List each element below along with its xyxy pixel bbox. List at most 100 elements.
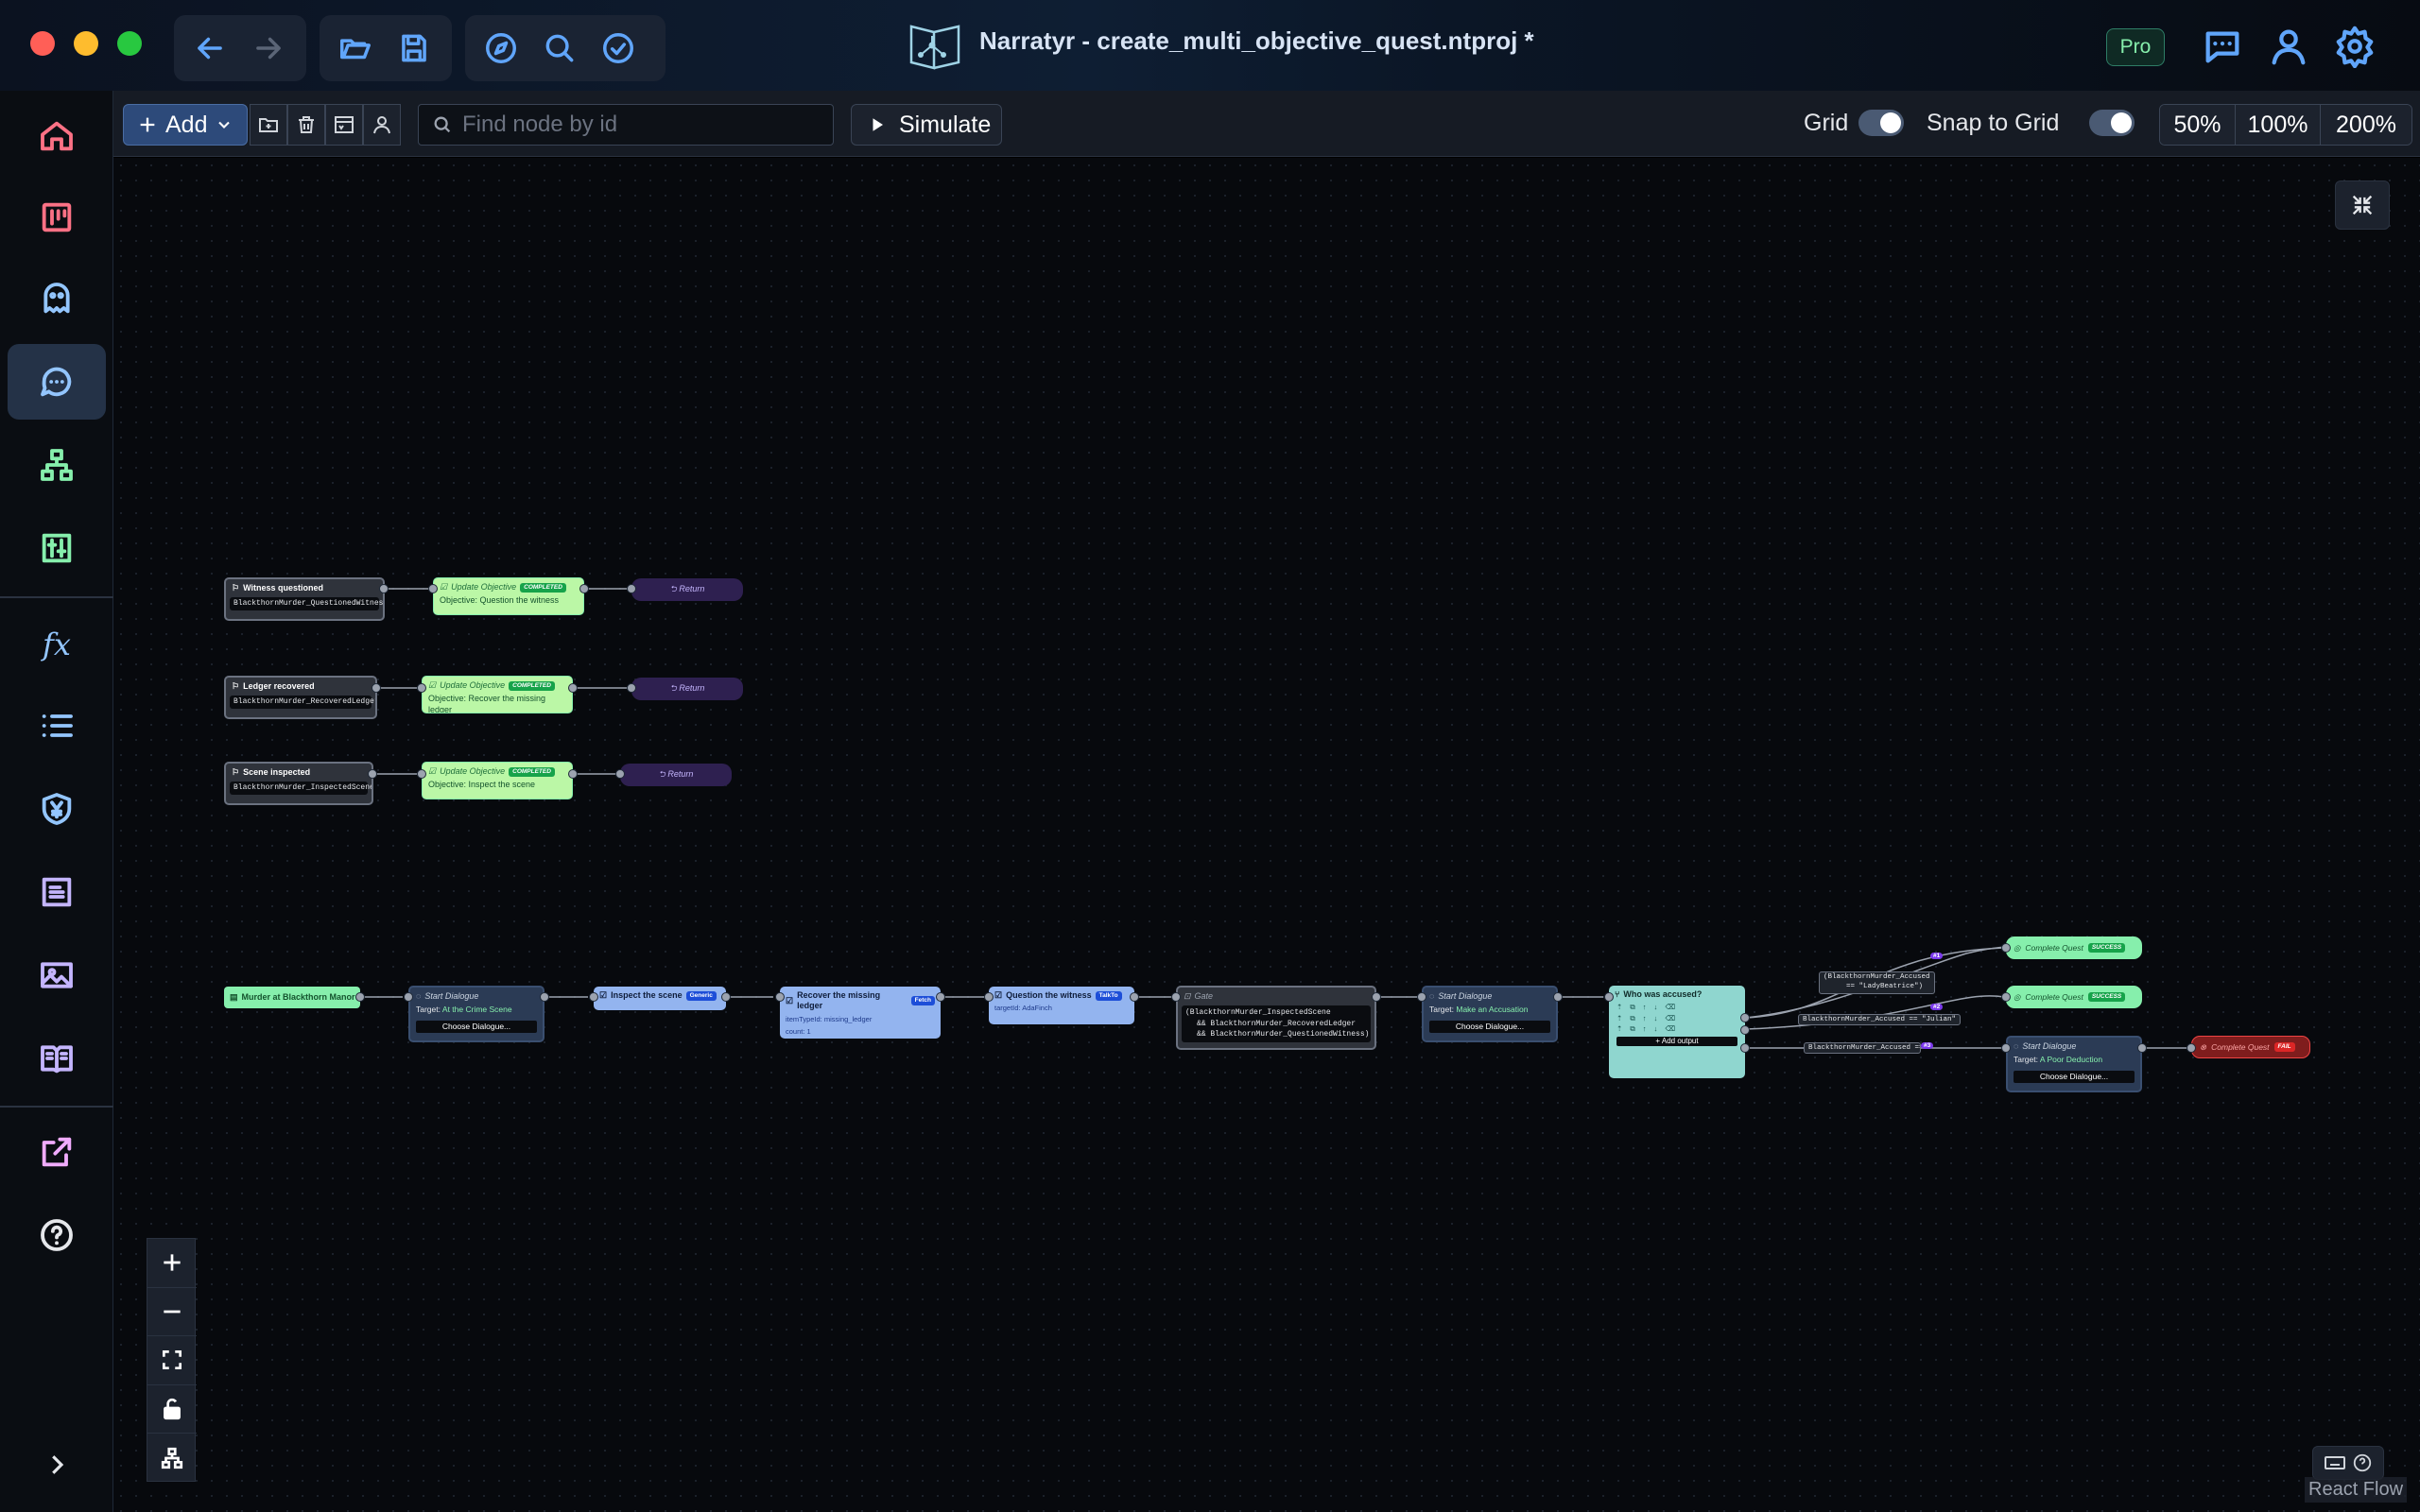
node-handle[interactable] bbox=[1417, 992, 1426, 1002]
objective-node[interactable]: ☑ Inspect the scene Generic bbox=[594, 987, 726, 1010]
node-handle[interactable] bbox=[428, 584, 438, 593]
add-node-button[interactable]: Add bbox=[123, 104, 248, 146]
zoom-in-button[interactable] bbox=[147, 1239, 197, 1288]
node-handle[interactable] bbox=[589, 992, 598, 1002]
node-handle[interactable] bbox=[355, 992, 365, 1002]
complete-quest-fail-node[interactable]: ⊗ Complete Quest FAIL bbox=[2191, 1036, 2310, 1058]
group-button[interactable] bbox=[250, 104, 287, 146]
node-handle[interactable] bbox=[2001, 943, 2011, 953]
update-objective-node[interactable]: ☑ Update Objective COMPLETED Objective: Re… bbox=[422, 676, 573, 713]
variables-panel-button[interactable] bbox=[325, 104, 363, 146]
objective-node[interactable]: ☑ Question the witness TalkTo targetId: Ad… bbox=[989, 987, 1134, 1024]
node-handle[interactable] bbox=[615, 769, 625, 779]
node-handle[interactable] bbox=[2137, 1043, 2147, 1053]
start-dialogue-node[interactable]: ◌ Start Dialogue Target: A Poor Deduction… bbox=[2006, 1036, 2142, 1092]
node-handle[interactable] bbox=[2001, 1043, 2011, 1053]
return-node[interactable]: ⮌ Return bbox=[620, 764, 732, 786]
choose-dialogue-button[interactable]: Choose Dialogue... bbox=[2014, 1070, 2135, 1083]
choose-dialogue-button[interactable]: Choose Dialogue... bbox=[416, 1020, 537, 1033]
gate-node[interactable]: ⊡ Gate (BlackthornMurder_InspectedScene &… bbox=[1176, 986, 1376, 1050]
feedback-button[interactable] bbox=[2201, 25, 2244, 68]
sidebar-item-characters[interactable] bbox=[8, 261, 106, 336]
node-handle[interactable] bbox=[775, 992, 785, 1002]
node-handle[interactable] bbox=[1130, 992, 1139, 1002]
sidebar-item-books[interactable] bbox=[8, 1021, 106, 1096]
fit-view-button[interactable] bbox=[147, 1336, 197, 1385]
flag-node[interactable]: ⚐ Ledger recovered BlackthornMurder_Recov… bbox=[224, 676, 377, 719]
node-handle[interactable] bbox=[984, 992, 994, 1002]
flag-node[interactable]: ⚐ Scene inspected BlackthornMurder_Inspec… bbox=[224, 762, 373, 805]
sidebar-item-dialogue[interactable] bbox=[8, 344, 106, 420]
start-dialogue-node[interactable]: ◌ Start Dialogue Target: At the Crime Sce… bbox=[408, 986, 544, 1042]
lock-button[interactable] bbox=[147, 1385, 197, 1435]
node-handle[interactable] bbox=[721, 992, 731, 1002]
flag-node[interactable]: ⚐ Witness questioned BlackthornMurder_Que… bbox=[224, 577, 385, 621]
navigate-button[interactable] bbox=[475, 22, 527, 75]
sidebar-item-variables[interactable] bbox=[8, 510, 106, 586]
node-handle[interactable] bbox=[540, 992, 549, 1002]
node-handle[interactable] bbox=[372, 683, 381, 693]
complete-quest-node[interactable]: ◎ Complete Quest SUCCESS bbox=[2006, 986, 2142, 1008]
start-dialogue-node[interactable]: ◌ Start Dialogue Target: Make an Accusati… bbox=[1422, 986, 1558, 1042]
sidebar-item-documents[interactable] bbox=[8, 854, 106, 930]
node-handle[interactable] bbox=[1372, 992, 1381, 1002]
update-objective-node[interactable]: ☑ Update Objective COMPLETED Objective: Qu… bbox=[433, 577, 584, 615]
expand-sidebar-button[interactable] bbox=[21, 1429, 93, 1501]
zoom-100-button[interactable]: 100% bbox=[2236, 105, 2321, 145]
condition-label[interactable]: (BlackthornMurder_Accused == "LadyBeatri… bbox=[1819, 971, 1935, 994]
maximize-window-button[interactable] bbox=[117, 31, 142, 56]
grid-toggle[interactable] bbox=[1858, 110, 1904, 136]
minimize-window-button[interactable] bbox=[74, 31, 98, 56]
node-handle[interactable] bbox=[627, 683, 636, 693]
sidebar-item-economy[interactable] bbox=[8, 771, 106, 847]
objective-node[interactable]: ☑ Recover the missing ledger Fetch itemTyp… bbox=[780, 987, 941, 1039]
snap-to-grid-toggle[interactable] bbox=[2089, 110, 2135, 136]
zoom-200-button[interactable]: 200% bbox=[2321, 105, 2411, 145]
node-handle[interactable] bbox=[417, 683, 426, 693]
sidebar-item-images[interactable] bbox=[8, 937, 106, 1013]
node-handle[interactable] bbox=[579, 584, 589, 593]
open-project-button[interactable] bbox=[329, 22, 382, 75]
simulate-button[interactable]: Simulate bbox=[851, 104, 1002, 146]
keyboard-shortcuts-button[interactable] bbox=[2312, 1446, 2384, 1480]
sidebar-item-lists[interactable] bbox=[8, 688, 106, 764]
actors-button[interactable] bbox=[363, 104, 401, 146]
return-node[interactable]: ⮌ Return bbox=[631, 678, 743, 700]
update-objective-node[interactable]: ☑ Update Objective COMPLETED Objective: In… bbox=[422, 762, 573, 799]
zoom-out-button[interactable] bbox=[147, 1288, 197, 1337]
sidebar-item-home[interactable] bbox=[8, 98, 106, 174]
node-handle[interactable] bbox=[1740, 1025, 1750, 1035]
entry-node[interactable]: ▤ Murder at Blackthorn Manor bbox=[224, 987, 360, 1008]
node-handle[interactable] bbox=[1740, 1043, 1750, 1053]
settings-button[interactable] bbox=[2333, 25, 2377, 69]
react-flow-attribution[interactable]: React Flow bbox=[2305, 1477, 2408, 1503]
sidebar-item-export[interactable] bbox=[8, 1114, 106, 1190]
node-handle[interactable] bbox=[568, 769, 578, 779]
choice-node[interactable]: ⑂ Who was accused? ⇡ ⧉ ↑ ↓ ⌫ ⇡ ⧉ ↑ ↓ ⌫ ⇡ … bbox=[1609, 986, 1745, 1078]
node-handle[interactable] bbox=[936, 992, 945, 1002]
node-handle[interactable] bbox=[404, 992, 413, 1002]
node-handle[interactable] bbox=[1604, 992, 1614, 1002]
back-button[interactable] bbox=[183, 22, 236, 75]
pro-badge[interactable]: Pro bbox=[2106, 28, 2165, 66]
add-output-button[interactable]: + Add output bbox=[1616, 1037, 1737, 1047]
sidebar-item-board[interactable] bbox=[8, 180, 106, 255]
node-handle[interactable] bbox=[1740, 1013, 1750, 1022]
node-handle[interactable] bbox=[568, 683, 578, 693]
node-handle[interactable] bbox=[2001, 992, 2011, 1002]
auto-layout-button[interactable] bbox=[147, 1434, 197, 1483]
account-button[interactable] bbox=[2267, 25, 2310, 68]
validate-button[interactable] bbox=[592, 22, 645, 75]
node-handle[interactable] bbox=[379, 584, 389, 593]
choose-dialogue-button[interactable]: Choose Dialogue... bbox=[1429, 1020, 1550, 1033]
complete-quest-node[interactable]: ◎ Complete Quest SUCCESS bbox=[2006, 936, 2142, 959]
flow-canvas[interactable]: ⚐ Witness questioned BlackthornMurder_Que… bbox=[113, 158, 2420, 1512]
node-handle[interactable] bbox=[417, 769, 426, 779]
zoom-50-button[interactable]: 50% bbox=[2160, 105, 2236, 145]
node-handle[interactable] bbox=[1171, 992, 1181, 1002]
node-handle[interactable] bbox=[1553, 992, 1563, 1002]
sidebar-item-help[interactable] bbox=[8, 1197, 106, 1273]
return-node[interactable]: ⮌ Return bbox=[631, 578, 743, 601]
forward-button[interactable] bbox=[242, 22, 295, 75]
node-handle[interactable] bbox=[368, 769, 377, 779]
